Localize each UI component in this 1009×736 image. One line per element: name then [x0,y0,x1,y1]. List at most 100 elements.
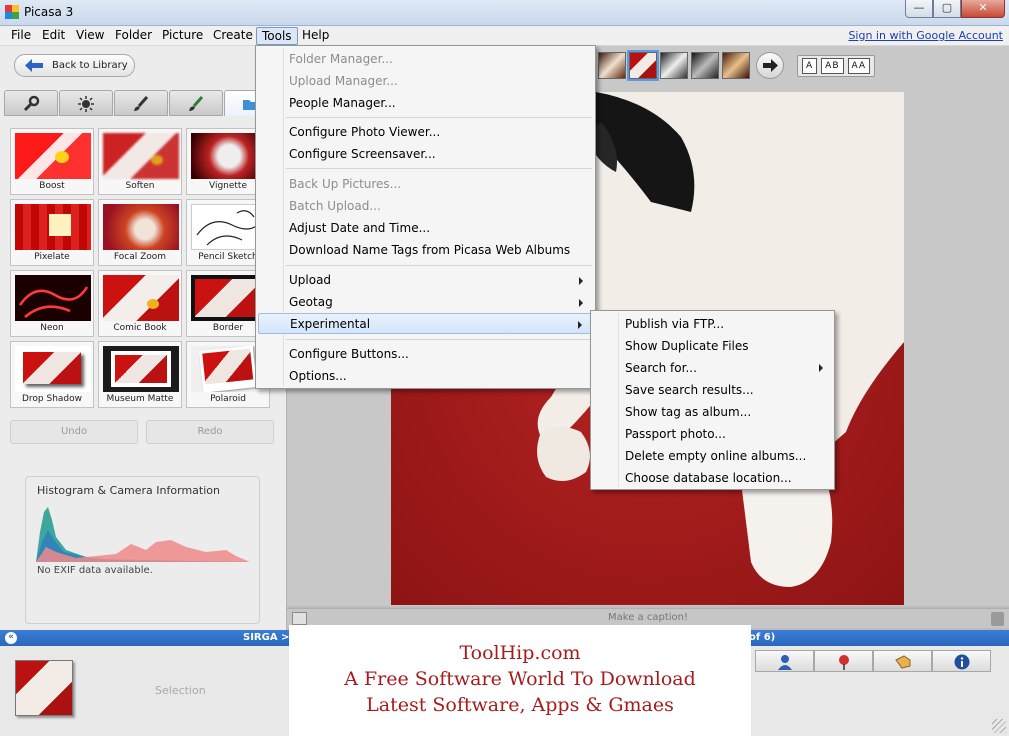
effect-label: Museum Matte [106,394,174,404]
menu-item-passport-photo[interactable]: Passport photo... [593,423,833,445]
filmstrip-thumb[interactable] [691,52,719,79]
menu-item-adjust-date-time[interactable]: Adjust Date and Time... [258,218,593,239]
menu-item-show-duplicates[interactable]: Show Duplicate Files [593,335,833,357]
menu-item-label: Upload [289,273,332,287]
back-to-library-button[interactable]: Back to Library [14,54,135,77]
menu-item-show-tag-as-album[interactable]: Show tag as album... [593,401,833,423]
menu-item-geotag[interactable]: Geotag [258,292,593,313]
redo-button[interactable]: Redo [146,420,274,444]
tag-button[interactable] [873,650,932,672]
menu-item-people-manager[interactable]: People Manager... [258,93,593,114]
menu-help[interactable]: Help [297,27,334,45]
tray-thumbnail[interactable] [15,660,73,716]
title-bar: Picasa 3 — ▢ ✕ [0,0,1009,26]
menu-item-label: Search for... [625,361,697,375]
caption-input[interactable]: Make a caption! [287,612,1009,623]
window-title: Picasa 3 [24,5,74,19]
effect-soften[interactable]: Soften [98,128,182,195]
menu-item-configure-photo-viewer[interactable]: Configure Photo Viewer... [258,122,593,143]
tab-basic-fixes[interactable] [4,90,58,116]
tab-effects-1[interactable] [114,90,168,116]
filmstrip-thumb-selected[interactable] [627,50,659,81]
effect-museum-matte[interactable]: Museum Matte [98,341,182,408]
menu-item-batch-upload[interactable]: Batch Upload... [258,196,593,217]
tray-actions [755,650,991,672]
effect-thumbnail [15,346,91,392]
menu-item-upload[interactable]: Upload [258,270,593,291]
effect-thumbnail [15,204,91,250]
effect-thumbnail [103,346,179,392]
menu-item-configure-buttons[interactable]: Configure Buttons... [258,344,593,365]
effect-thumbnail [103,204,179,250]
minimize-button[interactable]: — [905,0,933,18]
menu-item-delete-empty-albums[interactable]: Delete empty online albums... [593,445,833,467]
menu-item-download-name-tags[interactable]: Download Name Tags from Picasa Web Album… [258,240,593,261]
filmstrip-thumb[interactable] [722,52,750,79]
menu-edit[interactable]: Edit [37,27,70,45]
tab-tuning[interactable] [59,90,113,116]
filmstrip-thumb[interactable] [598,52,626,79]
menu-item-configure-screensaver[interactable]: Configure Screensaver... [258,144,593,165]
menu-bar: File Edit View Folder Picture Create Too… [0,26,1009,46]
people-button[interactable] [755,650,814,672]
undo-button[interactable]: Undo [10,420,138,444]
effect-focal-zoom[interactable]: Focal Zoom [98,199,182,266]
menu-item-search-for[interactable]: Search for... [593,357,833,379]
menu-separator [286,168,592,169]
close-button[interactable]: ✕ [961,0,1005,18]
menu-item-options[interactable]: Options... [258,366,593,387]
effect-drop-shadow[interactable]: Drop Shadow [10,341,94,408]
arrow-right-icon [763,59,778,72]
watermark-banner: ToolHip.com A Free Software World To Dow… [289,625,751,736]
next-photo-button[interactable] [756,52,784,79]
info-icon [954,654,970,670]
filmstrip [598,50,750,81]
maximize-button[interactable]: ▢ [933,0,961,18]
menu-picture[interactable]: Picture [157,27,208,45]
resize-grip[interactable] [992,719,1006,733]
effect-boost[interactable]: Boost [10,128,94,195]
watermark-line: ToolHip.com [459,642,581,664]
back-arrow-icon [25,59,43,72]
brush-icon [134,96,149,111]
menu-item-choose-database-location[interactable]: Choose database location... [593,467,833,489]
edit-panel: Back to Library Boost Soften Vignette Pi… [0,46,287,630]
menu-item-label: Geotag [289,295,333,309]
exif-status: No EXIF data available. [37,565,153,576]
menu-separator [286,339,592,340]
menu-item-back-up-pictures[interactable]: Back Up Pictures... [258,174,593,195]
effect-label: Polaroid [210,394,246,404]
effect-comic-book[interactable]: Comic Book [98,270,182,337]
text-style-ab[interactable]: AB [821,58,844,74]
effect-label: Soften [125,181,155,191]
menu-item-folder-manager[interactable]: Folder Manager... [258,49,593,70]
effect-neon[interactable]: Neon [10,270,94,337]
text-style-a[interactable]: A [802,58,818,74]
effect-label: Boost [39,181,65,191]
menu-view[interactable]: View [71,27,109,45]
trash-icon[interactable] [991,612,1004,626]
menu-item-publish-ftp[interactable]: Publish via FTP... [593,313,833,335]
effect-pixelate[interactable]: Pixelate [10,199,94,266]
filmstrip-thumb[interactable] [660,52,688,79]
menu-folder[interactable]: Folder [110,27,157,45]
info-button[interactable] [932,650,991,672]
menu-tools[interactable]: Tools [256,27,298,45]
sign-in-link[interactable]: Sign in with Google Account [848,29,1003,42]
edit-tabs [4,90,284,116]
histogram-panel: Histogram & Camera Information No EXIF d… [25,476,260,624]
menu-item-save-search-results[interactable]: Save search results... [593,379,833,401]
experimental-submenu: Publish via FTP... Show Duplicate Files … [590,310,835,490]
photo-count: of 6) [749,632,776,643]
collapse-tray-button[interactable]: « [5,632,17,644]
menu-item-experimental[interactable]: Experimental [258,313,593,334]
geotag-button[interactable] [814,650,873,672]
tab-effects-2[interactable] [169,90,223,116]
menu-create[interactable]: Create [208,27,258,45]
effect-label: Focal Zoom [113,252,167,262]
effect-label: Pixelate [34,252,70,262]
menu-item-upload-manager[interactable]: Upload Manager... [258,71,593,92]
watermark-line: Latest Software, Apps & Gmaes [366,694,674,716]
menu-file[interactable]: File [6,27,36,45]
text-style-aa[interactable]: AA [847,58,871,74]
